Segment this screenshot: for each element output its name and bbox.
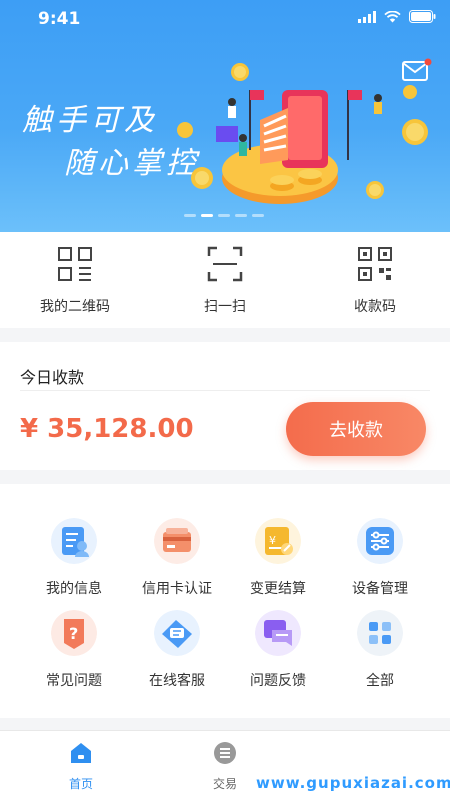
today-income-amount: ¥ 35,128.00 (20, 414, 194, 444)
faq-icon: ? (51, 610, 97, 656)
payment-code-icon (358, 247, 392, 281)
service-all-label: 全部 (366, 673, 394, 689)
battery-icon (409, 10, 436, 23)
collect-payment-button[interactable]: 去收款 (286, 402, 426, 456)
credit-card-icon (154, 518, 200, 564)
svg-text:?: ? (69, 624, 78, 643)
home-icon (71, 743, 91, 763)
all-grid-icon (357, 610, 403, 656)
tab-home[interactable]: 首页 (46, 741, 116, 792)
trade-list-icon (214, 742, 236, 764)
scan-button[interactable]: 扫一扫 (150, 246, 300, 316)
payment-code-label: 收款码 (354, 299, 396, 315)
pager-dot[interactable] (184, 214, 196, 217)
today-income-title: 今日收款 (20, 368, 85, 387)
status-bar: 9:41 (0, 0, 450, 36)
settlement-change-icon: ¥ (255, 518, 301, 564)
feedback-icon (255, 610, 301, 656)
service-my-info[interactable]: 我的信息 (18, 518, 130, 598)
pager-dot[interactable] (235, 214, 247, 217)
service-feedback-label: 问题反馈 (250, 673, 306, 689)
banner-slogan-1: 触手可及 (22, 103, 158, 138)
tab-home-label: 首页 (68, 777, 93, 791)
svg-text:¥: ¥ (269, 534, 276, 547)
service-online-support[interactable]: 在线客服 (121, 610, 233, 690)
site-watermark: 谷普软件园 www.gupuxiazai.com (246, 736, 450, 796)
banner-pager (184, 214, 264, 217)
status-time: 9:41 (38, 9, 81, 29)
status-icons (358, 10, 436, 23)
service-faq-label: 常见问题 (46, 673, 102, 689)
service-settlement-change-label: 变更结算 (250, 581, 306, 597)
my-qr-code-label: 我的二维码 (40, 299, 110, 315)
service-device-management-label: 设备管理 (352, 581, 408, 597)
service-credit-card-label: 信用卡认证 (142, 581, 212, 597)
services-grid: 我的信息 信用卡认证 ¥ 变更结算 设备管理 ? 常见问题 在线客服 问题反馈 … (0, 484, 450, 718)
service-feedback[interactable]: 问题反馈 (222, 610, 334, 690)
app-screen: 9:41 触手可及 随心掌控 我的二维码 扫一扫 收款码 今日收款 ¥ 35,1… (0, 0, 450, 800)
pager-dot-active[interactable] (201, 214, 213, 217)
scan-label: 扫一扫 (204, 299, 246, 315)
service-my-info-label: 我的信息 (46, 581, 102, 597)
service-credit-card[interactable]: 信用卡认证 (121, 518, 233, 598)
watermark-url: www.gupuxiazai.com (256, 774, 450, 792)
service-settlement-change[interactable]: ¥ 变更结算 (222, 518, 334, 598)
quick-actions: 我的二维码 扫一扫 收款码 (0, 232, 450, 328)
service-faq[interactable]: ? 常见问题 (18, 610, 130, 690)
pager-dot[interactable] (252, 214, 264, 217)
device-settings-icon (357, 518, 403, 564)
pager-dot[interactable] (218, 214, 230, 217)
profile-info-icon (51, 518, 97, 564)
service-online-support-label: 在线客服 (149, 673, 205, 689)
scan-icon (207, 246, 243, 282)
service-all[interactable]: 全部 (324, 610, 436, 690)
payment-code-button[interactable]: 收款码 (300, 246, 450, 316)
banner-illustration (177, 63, 428, 204)
today-income-card: 今日收款 ¥ 35,128.00 去收款 (0, 342, 450, 470)
service-device-management[interactable]: 设备管理 (324, 518, 436, 598)
qr-code-icon (58, 247, 92, 281)
my-qr-code-button[interactable]: 我的二维码 (0, 246, 150, 316)
wifi-icon (384, 10, 401, 22)
online-service-icon (154, 610, 200, 656)
promo-banner[interactable]: 9:41 触手可及 随心掌控 (0, 0, 450, 232)
divider (20, 390, 430, 391)
signal-icon (358, 10, 376, 23)
